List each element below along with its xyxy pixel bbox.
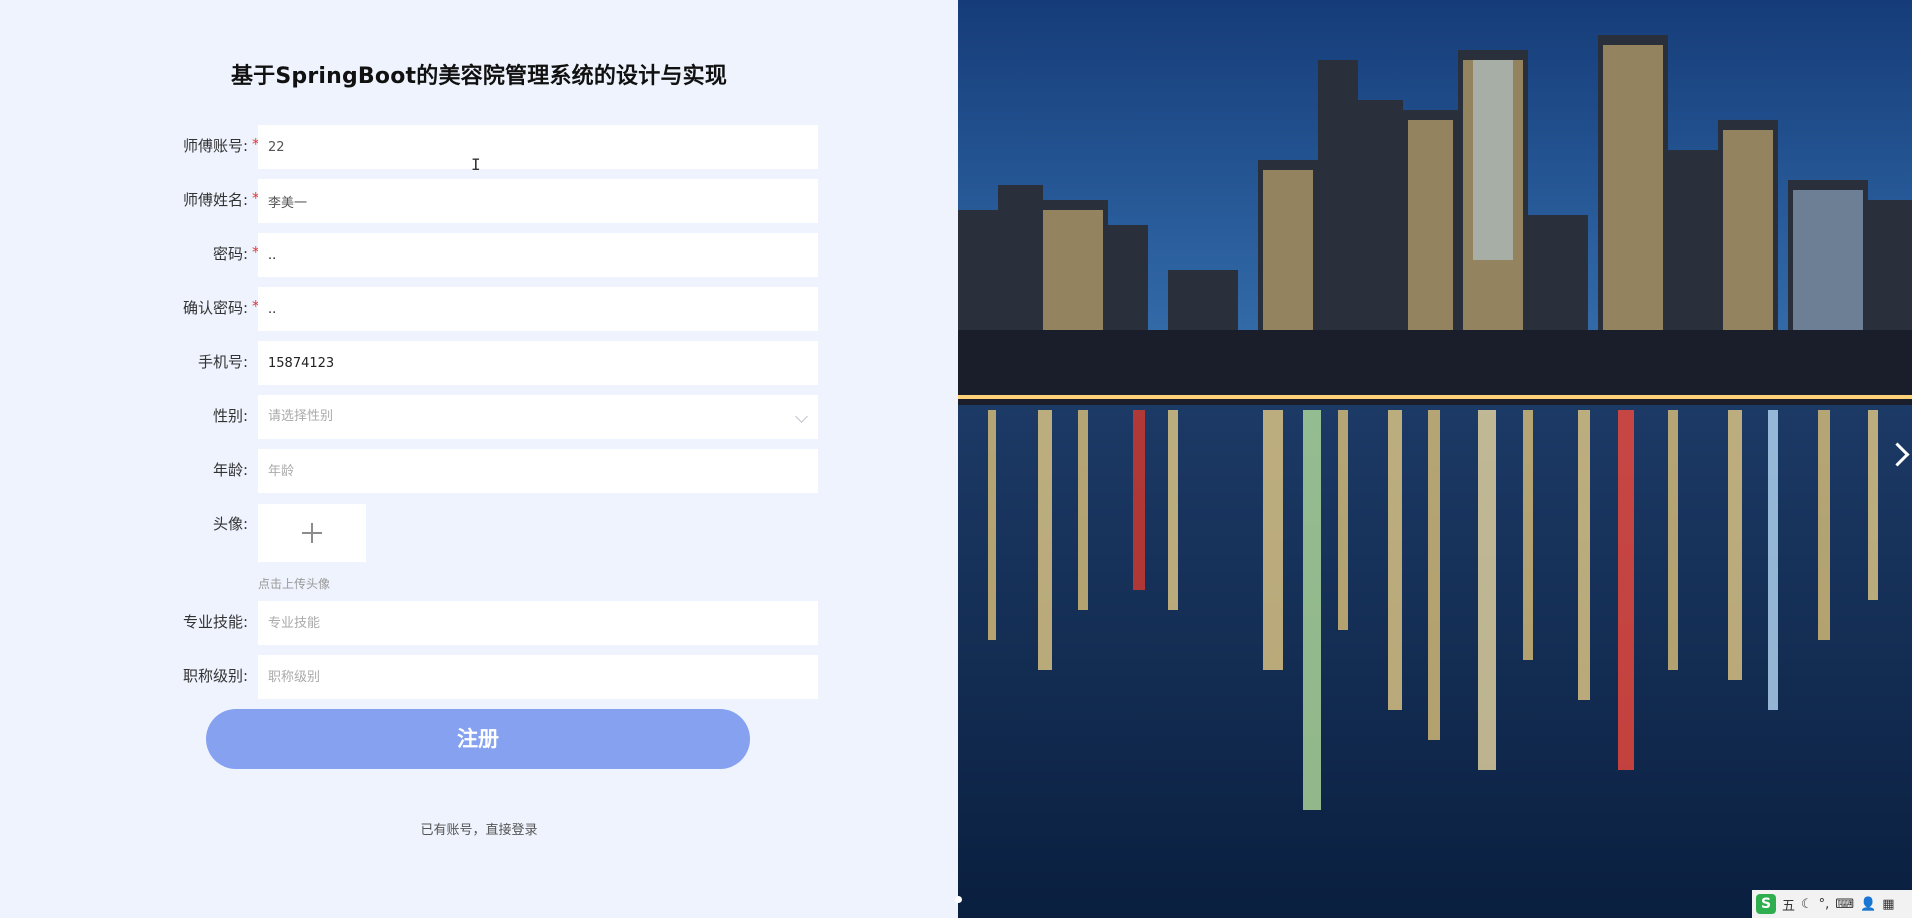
ime-toolbar: S 五 ☾ °, ⌨ 👤 ▦ bbox=[1752, 890, 1912, 918]
confirm-password-row: 确认密码: * bbox=[0, 287, 958, 331]
title-level-input[interactable] bbox=[258, 655, 818, 699]
register-button[interactable]: 注册 bbox=[206, 709, 750, 769]
gender-select[interactable]: 请选择性别 bbox=[258, 395, 818, 439]
login-link[interactable]: 已有账号，直接登录 bbox=[0, 819, 958, 838]
text-cursor-icon: I bbox=[471, 155, 481, 174]
name-row: 师傅姓名: * bbox=[0, 179, 958, 223]
gender-placeholder: 请选择性别 bbox=[268, 409, 334, 424]
register-panel: 基于SpringBoot的美容院管理系统的设计与实现 师傅账号: * 师傅姓名:… bbox=[0, 0, 958, 918]
phone-row: 手机号: bbox=[0, 341, 958, 385]
avatar-upload-hint: 点击上传头像 bbox=[258, 577, 331, 591]
confirm-password-label: 确认密码: bbox=[182, 299, 248, 317]
password-label: 密码: bbox=[212, 245, 248, 263]
skill-label: 专业技能: bbox=[182, 613, 248, 631]
keyboard-icon[interactable]: ⌨ bbox=[1835, 897, 1854, 912]
gender-row: 性别: 请选择性别 bbox=[0, 395, 958, 439]
title-level-label: 职称级别: bbox=[182, 667, 248, 685]
city-night-image: S 五 ☾ °, ⌨ 👤 ▦ bbox=[958, 0, 1912, 918]
ime-mode[interactable]: 五 bbox=[1782, 895, 1795, 914]
phone-label: 手机号: bbox=[197, 353, 248, 371]
phone-input[interactable] bbox=[258, 341, 818, 385]
age-input[interactable] bbox=[258, 449, 818, 493]
title-level-row: 职称级别: bbox=[0, 655, 958, 699]
gender-label: 性别: bbox=[212, 407, 248, 425]
avatar-row: 头像: bbox=[0, 503, 958, 547]
page-title: 基于SpringBoot的美容院管理系统的设计与实现 bbox=[230, 64, 728, 89]
carousel-dot[interactable] bbox=[955, 896, 962, 903]
name-label: 师傅姓名: bbox=[182, 191, 248, 209]
account-input[interactable] bbox=[258, 125, 818, 169]
confirm-password-input[interactable] bbox=[258, 287, 818, 331]
age-row: 年龄: bbox=[0, 449, 958, 493]
grid-icon[interactable]: ▦ bbox=[1882, 897, 1894, 912]
user-icon[interactable]: 👤 bbox=[1860, 897, 1876, 912]
avatar-label: 头像: bbox=[212, 515, 248, 533]
skill-input[interactable] bbox=[258, 601, 818, 645]
age-label: 年龄: bbox=[212, 461, 248, 479]
punctuation-icon[interactable]: °, bbox=[1819, 897, 1830, 912]
plus-icon-stroke bbox=[311, 523, 313, 543]
account-label: 师傅账号: bbox=[182, 137, 248, 155]
chevron-down-icon bbox=[795, 410, 808, 423]
sogou-ime-icon: S bbox=[1756, 894, 1776, 914]
city-skyline-illustration bbox=[958, 0, 1912, 918]
password-row: 密码: * bbox=[0, 233, 958, 277]
skill-row: 专业技能: bbox=[0, 601, 958, 645]
name-input[interactable] bbox=[258, 179, 818, 223]
moon-icon[interactable]: ☾ bbox=[1801, 897, 1813, 912]
avatar-uploader[interactable] bbox=[258, 504, 366, 562]
password-input[interactable] bbox=[258, 233, 818, 277]
